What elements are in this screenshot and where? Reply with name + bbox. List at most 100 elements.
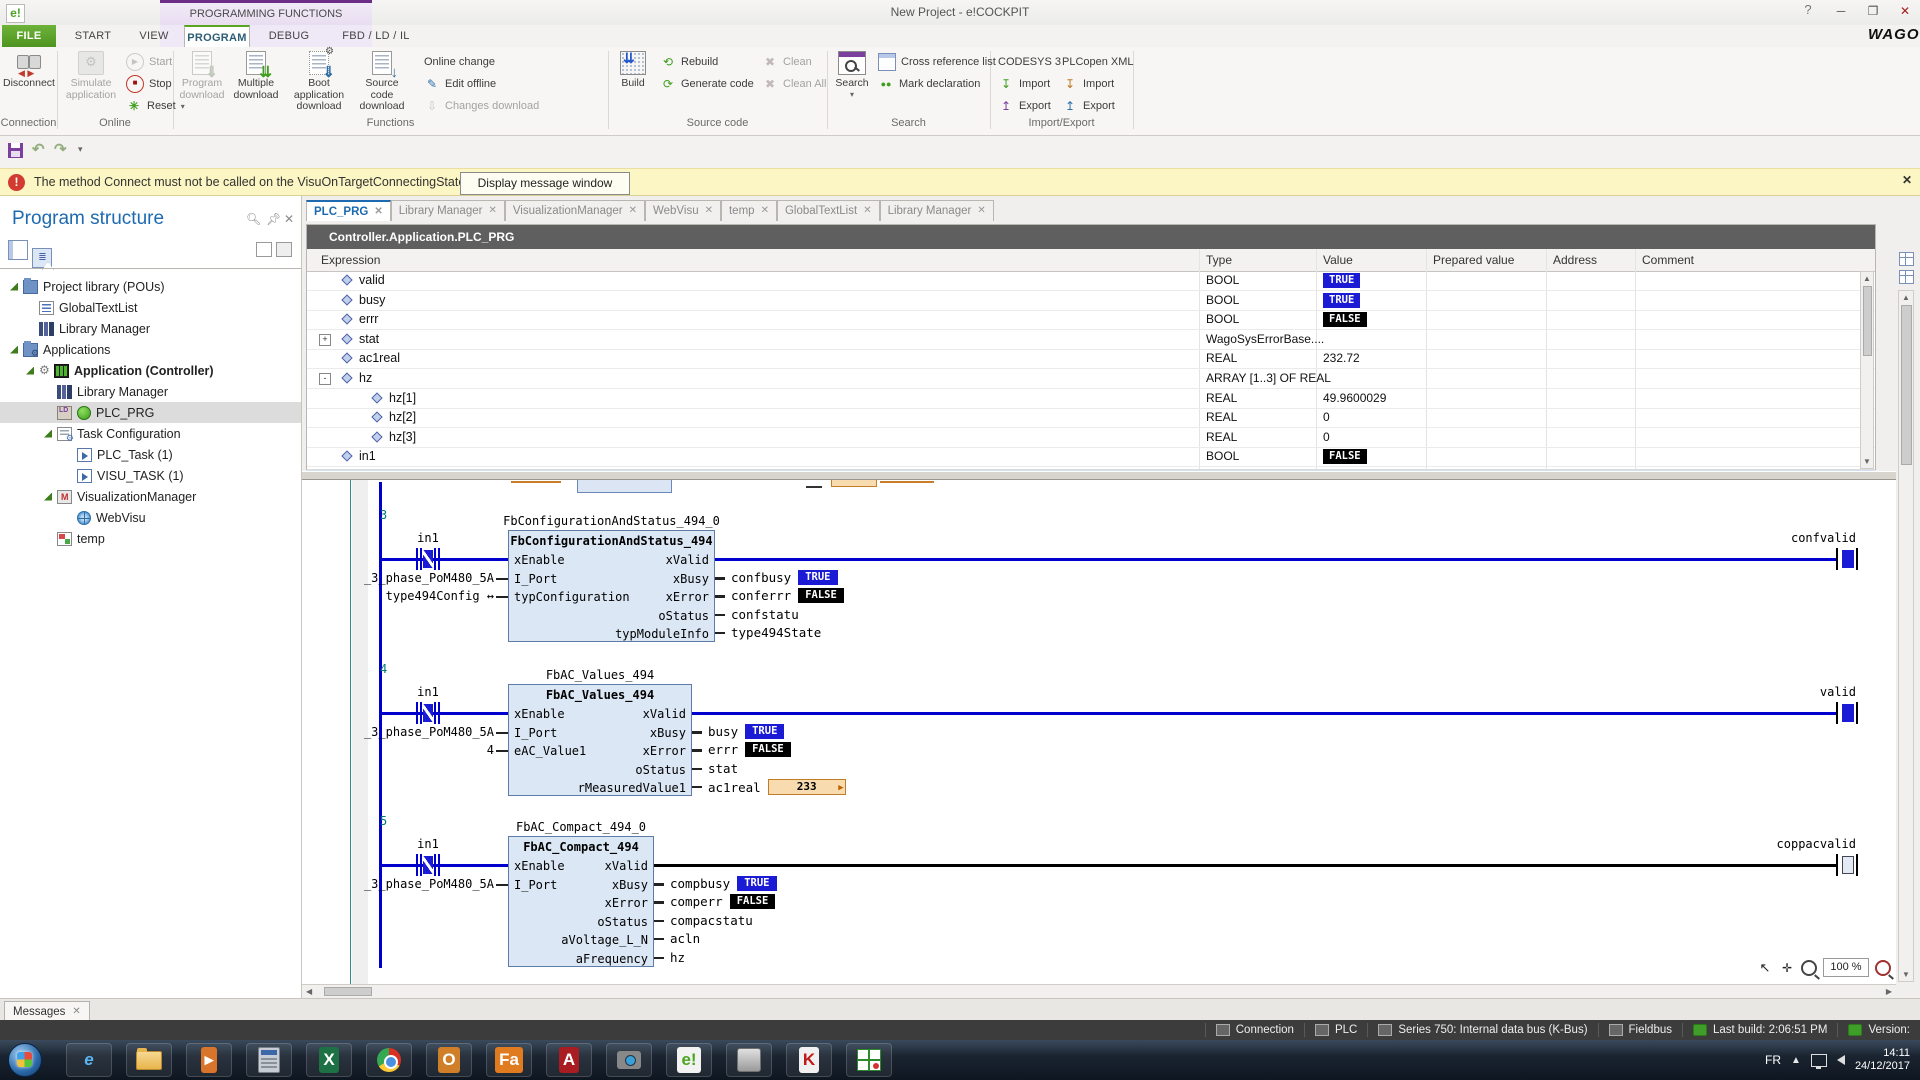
table-row[interactable]: hz[3]REAL0 — [307, 428, 1875, 448]
editor-vertical-scrollbar[interactable]: ▲ ▼ — [1898, 290, 1914, 982]
changes-download-button[interactable]: ⇩ Changes download — [424, 97, 539, 115]
doc-tab-temp[interactable]: temp✕ — [721, 200, 777, 221]
restore-button[interactable]: ❐ — [1858, 0, 1888, 22]
taskbar-app-media-player[interactable]: ▸ — [186, 1043, 232, 1077]
column-prepared-value[interactable]: Prepared value — [1433, 249, 1514, 271]
taskbar-app-internet-explorer[interactable]: e — [66, 1043, 112, 1077]
status-plc[interactable]: PLC — [1304, 1023, 1367, 1037]
table-row[interactable]: hz[2]REAL0 — [307, 408, 1875, 428]
language-indicator[interactable]: FR — [1765, 1053, 1781, 1067]
disconnect-button[interactable]: ◀ ▶ Disconnect — [2, 51, 56, 90]
expand-all-icon[interactable] — [256, 242, 272, 262]
table-row[interactable]: +statWagoSysErrorBase.... — [307, 330, 1875, 350]
taskbar-app-keepass[interactable]: K — [786, 1043, 832, 1077]
tab-debug[interactable]: DEBUG — [256, 25, 322, 47]
minimize-button[interactable]: ─ — [1826, 0, 1856, 22]
doc-tab-library-manager[interactable]: Library Manager✕ — [880, 200, 994, 221]
search-button[interactable]: Search ▾ — [832, 51, 872, 99]
fbd-editor[interactable]: 3FbConfigurationAndStatus_494_0in1FbConf… — [302, 480, 1896, 984]
cross-reference-list-button[interactable]: Cross reference list — [878, 53, 996, 71]
doc-tab-close-icon[interactable]: ✕ — [629, 201, 637, 221]
sidebar-item-library-manager[interactable]: Library Manager — [0, 318, 301, 339]
coil-icon[interactable] — [1836, 854, 1860, 876]
undo-button[interactable]: ↶ — [32, 140, 45, 158]
tab-fbd-ld-il[interactable]: FBD / LD / IL — [328, 25, 424, 47]
redo-button[interactable]: ↷ — [54, 140, 67, 158]
taskbar-app-file-explorer[interactable] — [126, 1043, 172, 1077]
zoom-level[interactable]: 100 % — [1823, 958, 1869, 977]
device-view-icon[interactable] — [8, 240, 28, 260]
doc-tab-plc-prg[interactable]: PLC_PRG✕ — [306, 200, 391, 221]
panel-search-icon[interactable]: 🔍︎ — [246, 212, 261, 226]
sidebar-item-task-configuration[interactable]: Task Configuration — [0, 423, 301, 444]
source-code-download-button[interactable]: ↓ Source code download — [354, 51, 410, 113]
tab-program[interactable]: PROGRAM — [184, 25, 250, 47]
taskbar-app-outlook[interactable]: O — [426, 1043, 472, 1077]
clean-all-button[interactable]: ✖ Clean All — [762, 75, 826, 93]
doc-tab-library-manager[interactable]: Library Manager✕ — [391, 200, 505, 221]
tab-file[interactable]: FILE — [2, 25, 56, 47]
taskbar-app-snipping-tool[interactable] — [606, 1043, 652, 1077]
taskbar-app-table-app[interactable] — [846, 1043, 892, 1077]
coil-icon[interactable] — [1836, 548, 1860, 570]
negated-contact-icon[interactable] — [416, 548, 440, 570]
row-expander-icon[interactable]: - — [319, 373, 331, 385]
pan-icon[interactable]: ✛ — [1779, 960, 1795, 976]
table-row[interactable]: in1BOOLFALSE — [307, 447, 1875, 467]
sidebar-item-webvisu[interactable]: WebVisu — [0, 507, 301, 528]
column-address[interactable]: Address — [1553, 249, 1597, 271]
row-expander-icon[interactable]: + — [319, 334, 331, 346]
start-button[interactable]: ▶ Start — [126, 53, 172, 71]
status-version-[interactable]: Version: — [1837, 1023, 1920, 1037]
expander-icon[interactable] — [44, 493, 52, 501]
simulate-application-button[interactable]: ⚙ Simulate application — [62, 51, 120, 101]
status-last-build-2-06-51-pm[interactable]: Last build: 2:06:51 PM — [1682, 1023, 1837, 1037]
status-series-750-internal-data-bus-k-bus-[interactable]: Series 750: Internal data bus (K-Bus) — [1367, 1023, 1597, 1037]
expander-icon[interactable] — [10, 346, 18, 354]
doc-tab-visualizationmanager[interactable]: VisualizationManager✕ — [505, 200, 645, 221]
rebuild-button[interactable]: ⟲ Rebuild — [660, 53, 718, 71]
taskbar-app-calculator[interactable] — [246, 1043, 292, 1077]
help-icon[interactable]: ? — [1798, 2, 1818, 22]
sidebar-item-plc-prg[interactable]: PLC_PRG — [0, 402, 301, 423]
table-row[interactable]: busyBOOLTRUE — [307, 291, 1875, 311]
sidebar-item-globaltextlist[interactable]: GlobalTextList — [0, 297, 301, 318]
edit-offline-button[interactable]: ✎ Edit offline — [424, 75, 496, 93]
volume-icon[interactable] — [1837, 1055, 1845, 1065]
clock[interactable]: 14:11 24/12/2017 — [1855, 1047, 1916, 1073]
generate-code-button[interactable]: ⟳ Generate code — [660, 75, 754, 93]
multiple-download-button[interactable]: ⇊ Multiple download — [230, 51, 282, 101]
quick-access-dropdown-icon[interactable]: ▾ — [78, 144, 83, 155]
table-view-icon[interactable] — [1899, 252, 1914, 266]
expander-icon[interactable] — [44, 430, 52, 438]
column-type[interactable]: Type — [1206, 249, 1232, 271]
table-row[interactable]: errrBOOLFALSE — [307, 310, 1875, 330]
watch-scrollbar[interactable]: ▲ ▼ — [1860, 271, 1874, 469]
taskbar-app-ecockpit[interactable]: e! — [666, 1043, 712, 1077]
display-message-window-button[interactable]: Display message window — [460, 172, 630, 195]
online-change-button[interactable]: Online change — [424, 53, 495, 71]
codesys-export-button[interactable]: ↥ Export — [998, 97, 1051, 115]
sidebar-item-applications[interactable]: Applications — [0, 339, 301, 360]
close-button[interactable]: ✕ — [1890, 0, 1920, 22]
function-block[interactable]: FbAC_Compact_494xEnablexValidI_PortxBusy… — [508, 836, 654, 967]
doc-tab-close-icon[interactable]: ✕ — [977, 201, 985, 221]
sidebar-item-application-controller-[interactable]: ⚙Application (Controller) — [0, 360, 301, 381]
table-row[interactable]: hz[1]REAL49.9600029 — [307, 389, 1875, 409]
mark-declaration-button[interactable]: ●● Mark declaration — [878, 75, 980, 93]
stop-button[interactable]: ■ Stop — [126, 75, 172, 93]
function-block[interactable]: FbConfigurationAndStatus_494xEnablexVali… — [508, 530, 715, 642]
taskbar-app-fa-app[interactable]: Fa — [486, 1043, 532, 1077]
status-fieldbus[interactable]: Fieldbus — [1598, 1023, 1682, 1037]
table-split-icon[interactable] — [1899, 270, 1914, 284]
messages-tab[interactable]: Messages✕ — [4, 1001, 90, 1022]
expander-icon[interactable] — [26, 367, 34, 375]
sidebar-item-visu-task-1-[interactable]: VISU_TASK (1) — [0, 465, 301, 486]
table-row[interactable]: -hzARRAY [1..3] OF REAL — [307, 369, 1875, 389]
plcopen-export-button[interactable]: ↥ Export — [1062, 97, 1115, 115]
table-row[interactable]: ac1realREAL232.72 — [307, 349, 1875, 369]
codesys-import-button[interactable]: ↧ Import — [998, 75, 1050, 93]
zoom-icon[interactable] — [1801, 960, 1817, 976]
sidebar-item-library-manager[interactable]: Library Manager — [0, 381, 301, 402]
expander-icon[interactable] — [10, 283, 18, 291]
